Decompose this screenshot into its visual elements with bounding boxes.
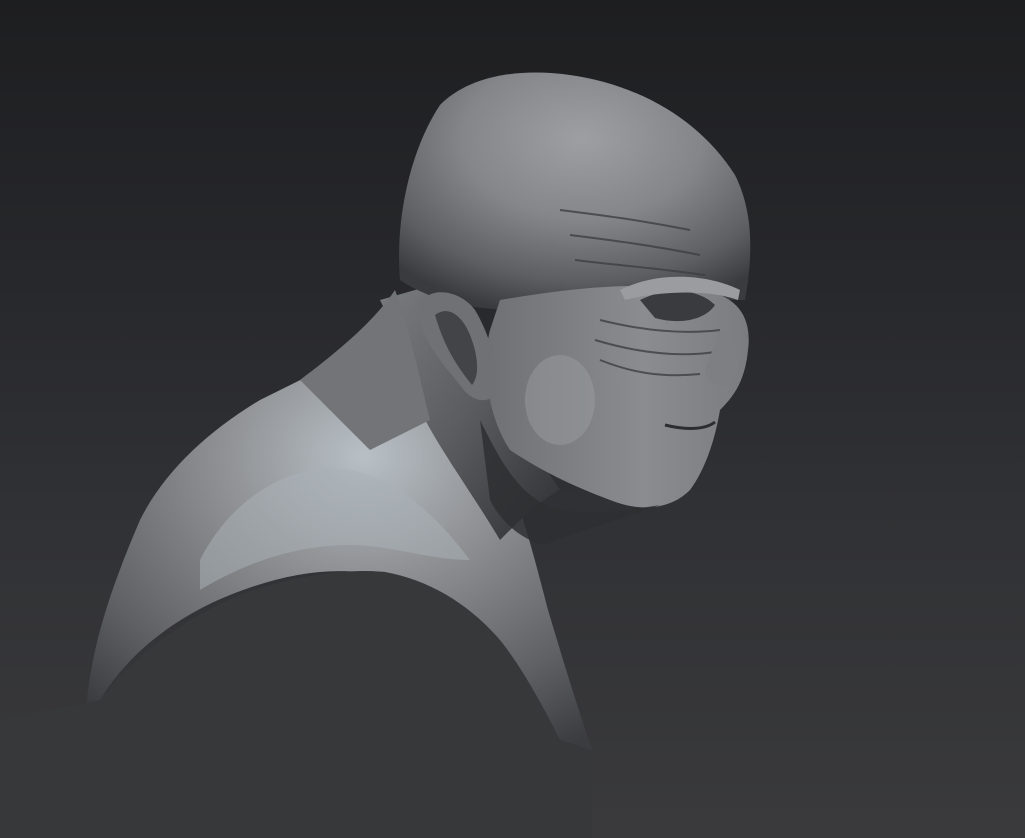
3d-viewport[interactable] [0,0,1025,838]
clay-bust-sculpture[interactable] [0,0,1025,838]
cheek-highlight [525,355,595,445]
